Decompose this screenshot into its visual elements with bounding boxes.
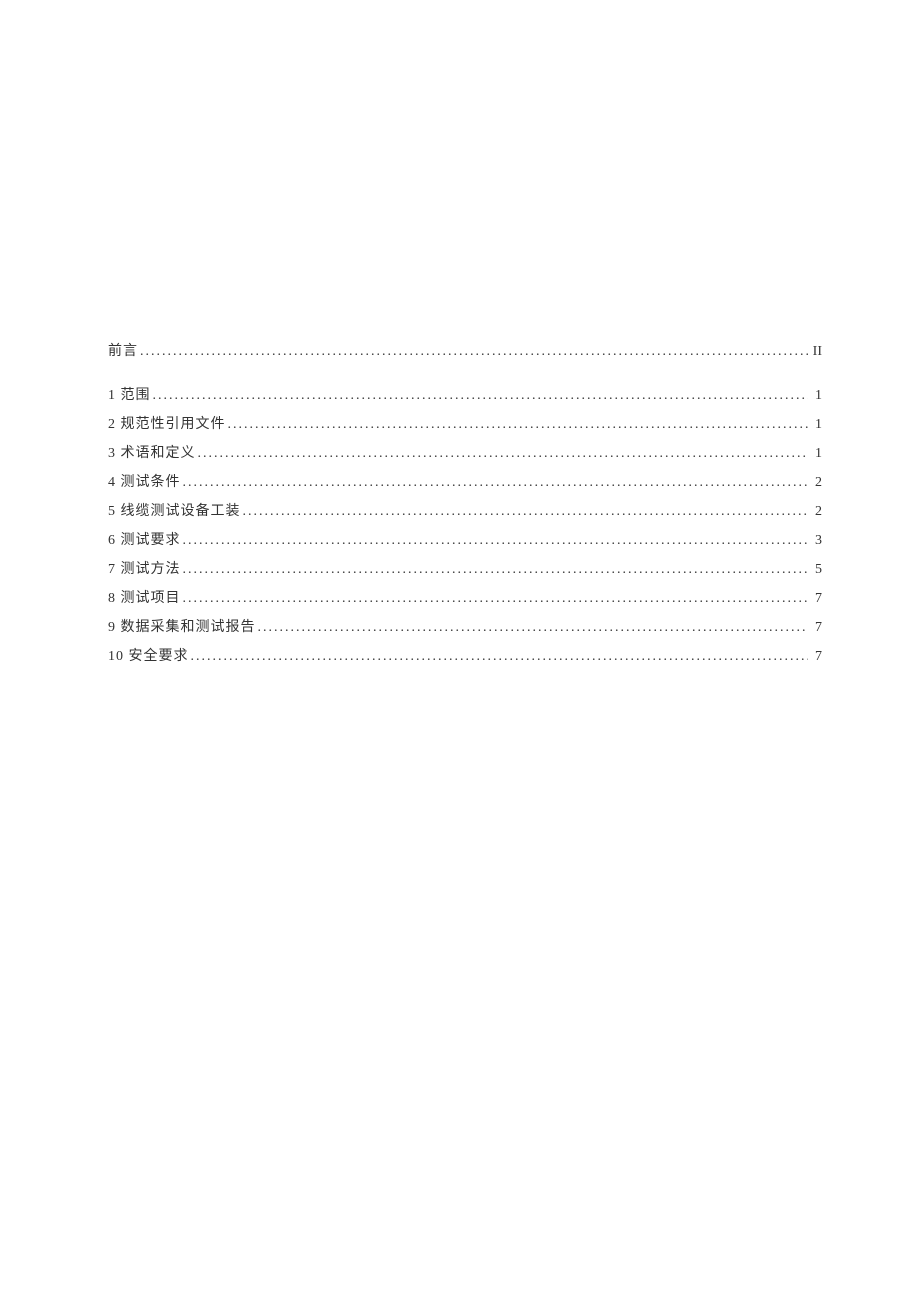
toc-page-number: 1 xyxy=(810,446,822,462)
toc-page-number: 7 xyxy=(810,591,822,607)
toc-leader-dots xyxy=(198,446,809,462)
toc-entry: 10 安全要求 7 xyxy=(108,645,822,665)
toc-label: 1 范围 xyxy=(108,384,151,404)
toc-label: 4 测试条件 xyxy=(108,471,181,491)
toc-entry: 3 术语和定义 1 xyxy=(108,442,822,462)
toc-leader-dots xyxy=(191,649,809,665)
toc-page-number: 1 xyxy=(810,417,822,433)
toc-page-number: 7 xyxy=(810,620,822,636)
toc-entry: 4 测试条件 2 xyxy=(108,471,822,491)
toc-label: 7 测试方法 xyxy=(108,558,181,578)
toc-page-number: 5 xyxy=(810,562,822,578)
table-of-contents: 前言 II 1 范围 1 2 规范性引用文件 1 3 术语和定义 1 4 测试条… xyxy=(108,340,822,665)
toc-page-number: II xyxy=(810,344,822,360)
toc-page-number: 2 xyxy=(810,504,822,520)
toc-leader-dots xyxy=(183,562,809,578)
toc-entry: 2 规范性引用文件 1 xyxy=(108,413,822,433)
toc-label: 10 安全要求 xyxy=(108,645,189,665)
toc-leader-dots xyxy=(183,591,809,607)
toc-page-number: 3 xyxy=(810,533,822,549)
toc-label: 2 规范性引用文件 xyxy=(108,413,226,433)
toc-label: 前言 xyxy=(108,340,138,360)
toc-page-number: 7 xyxy=(810,649,822,665)
toc-leader-dots xyxy=(140,344,808,360)
toc-entry: 1 范围 1 xyxy=(108,384,822,404)
toc-page-number: 2 xyxy=(810,475,822,491)
toc-entry: 9 数据采集和测试报告 7 xyxy=(108,616,822,636)
toc-entry: 8 测试项目 7 xyxy=(108,587,822,607)
toc-label: 3 术语和定义 xyxy=(108,442,196,462)
toc-leader-dots xyxy=(228,417,809,433)
toc-leader-dots xyxy=(243,504,809,520)
toc-leader-dots xyxy=(258,620,809,636)
toc-page-number: 1 xyxy=(810,388,822,404)
toc-label: 8 测试项目 xyxy=(108,587,181,607)
toc-label: 5 线缆测试设备工装 xyxy=(108,500,241,520)
toc-entry: 7 测试方法 5 xyxy=(108,558,822,578)
toc-label: 6 测试要求 xyxy=(108,529,181,549)
toc-label: 9 数据采集和测试报告 xyxy=(108,616,256,636)
toc-leader-dots xyxy=(183,533,809,549)
toc-leader-dots xyxy=(153,388,809,404)
toc-entry: 5 线缆测试设备工装 2 xyxy=(108,500,822,520)
toc-entry: 6 测试要求 3 xyxy=(108,529,822,549)
toc-leader-dots xyxy=(183,475,809,491)
toc-entry: 前言 II xyxy=(108,340,822,360)
